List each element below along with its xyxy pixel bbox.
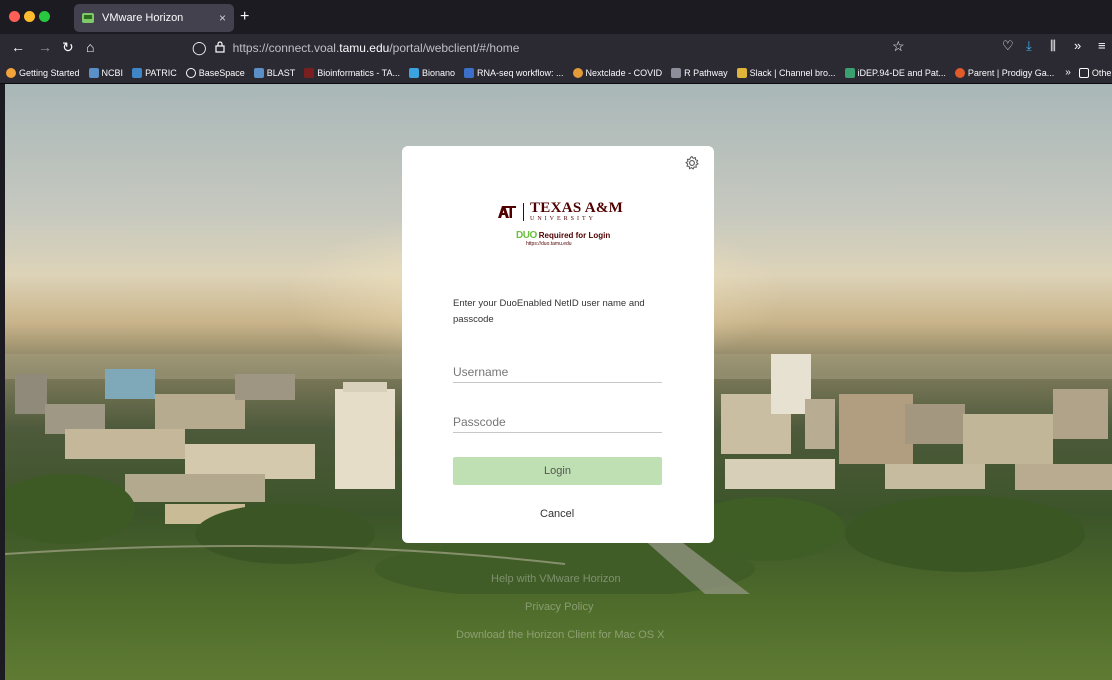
bookmark-item[interactable]: Slack | Channel bro... [736,67,836,78]
home-icon[interactable]: ⌂ [86,39,94,55]
library-icon[interactable]: ⫼ [1050,38,1056,54]
bookmarks-toolbar: Getting Started NCBI PATRIC BaseSpace BL… [0,62,1112,84]
privacy-policy-link[interactable]: Privacy Policy [525,601,593,613]
login-instructions: Enter your DuoEnabled NetID user name an… [453,298,645,325]
pocket-icon[interactable]: ♡ [1002,38,1014,54]
bookmark-item[interactable]: NCBI [88,67,123,78]
logo-divider [523,203,524,221]
bookmark-favicon-icon [253,67,264,78]
bookmark-item[interactable]: BLAST [253,67,295,78]
duo-url: https://duo.tamu.edu [526,241,572,247]
bookmark-item[interactable]: PATRIC [132,67,177,78]
university-name: TEXAS A&M [530,200,624,216]
reload-icon[interactable]: ↻ [62,39,74,56]
university-subtitle: UNIVERSITY [530,216,596,222]
tab-title: VMware Horizon [102,12,184,24]
bookmark-favicon-icon [671,67,682,78]
browser-title-bar: VMware Horizon × + [0,0,1112,34]
bookmark-favicon-icon [844,67,855,78]
bookmark-item[interactable]: iDEP.94-DE and Pat... [844,67,946,78]
bookmark-favicon-icon [464,67,475,78]
slack-icon [736,67,747,78]
lock-icon[interactable] [214,40,225,56]
vmware-favicon-icon [82,13,94,23]
other-bookmarks-folder[interactable]: Other Bookmarks [1078,67,1112,78]
forward-arrow-icon[interactable]: → [38,39,52,55]
bookmark-favicon-icon [954,67,965,78]
back-arrow-icon[interactable]: ← [11,39,25,55]
menu-icon[interactable]: ≡ [1098,38,1106,53]
tamu-favicon-icon [304,67,315,78]
tamu-logo: TEXAS A&M UNIVERSITY [497,201,623,223]
login-button[interactable]: Login [453,457,662,485]
download-client-link[interactable]: Download the Horizon Client for Mac OS X [456,629,664,641]
bookmarks-overflow-chevron-icon[interactable]: » [1065,67,1071,78]
gear-icon[interactable] [684,155,700,176]
university-wordmark: TEXAS A&M UNIVERSITY [530,201,623,223]
bookmark-item[interactable]: Bioinformatics - TA... [304,67,400,78]
bookmark-favicon-icon [132,67,143,78]
overflow-chevron-icon[interactable]: » [1074,38,1081,53]
bookmark-star-icon[interactable]: ☆ [892,38,905,55]
duo-logo: DUO [516,230,537,241]
folder-icon [1078,67,1089,78]
browser-nav-bar: ← → ↻ ⌂ ◯ https://connect.voal.tamu.edu/… [0,34,1112,62]
bookmark-favicon-icon [6,67,16,78]
bookmark-item[interactable]: Nextclade - COVID [572,67,662,78]
bookmark-favicon-icon [572,67,583,78]
bookmark-item[interactable]: Getting Started [6,67,80,78]
bookmark-favicon-icon [408,67,419,78]
bookmark-item[interactable]: Bionano [408,67,455,78]
address-bar[interactable]: ◯ https://connect.voal.tamu.edu/portal/w… [186,37,922,59]
bookmark-item[interactable]: R Pathway [671,67,728,78]
bookmark-item[interactable]: Parent | Prodigy Ga... [954,67,1054,78]
passcode-input[interactable] [453,411,662,433]
cancel-button[interactable]: Cancel [540,508,574,520]
minimize-window-button[interactable] [24,11,35,22]
bookmark-item[interactable]: BaseSpace [185,67,245,78]
url-text: https://connect.voal.tamu.edu/portal/web… [232,41,520,55]
new-tab-button[interactable]: + [240,8,249,26]
browser-tab[interactable]: VMware Horizon × [74,4,234,32]
bookmark-favicon-icon [88,67,99,78]
maximize-window-button[interactable] [39,11,50,22]
tab-close-icon[interactable]: × [219,11,226,25]
duo-banner: DUO Required for Login [516,230,610,241]
tracking-shield-icon[interactable]: ◯ [192,40,207,56]
atm-logo-icon [498,206,516,218]
globe-icon [185,67,196,78]
duo-required-text: Required for Login [538,231,611,240]
username-input[interactable] [453,361,662,383]
close-window-button[interactable] [9,11,20,22]
help-link[interactable]: Help with VMware Horizon [491,573,621,585]
download-icon[interactable]: ⤓ [1026,38,1032,54]
bookmark-item[interactable]: RNA-seq workflow: ... [464,67,564,78]
